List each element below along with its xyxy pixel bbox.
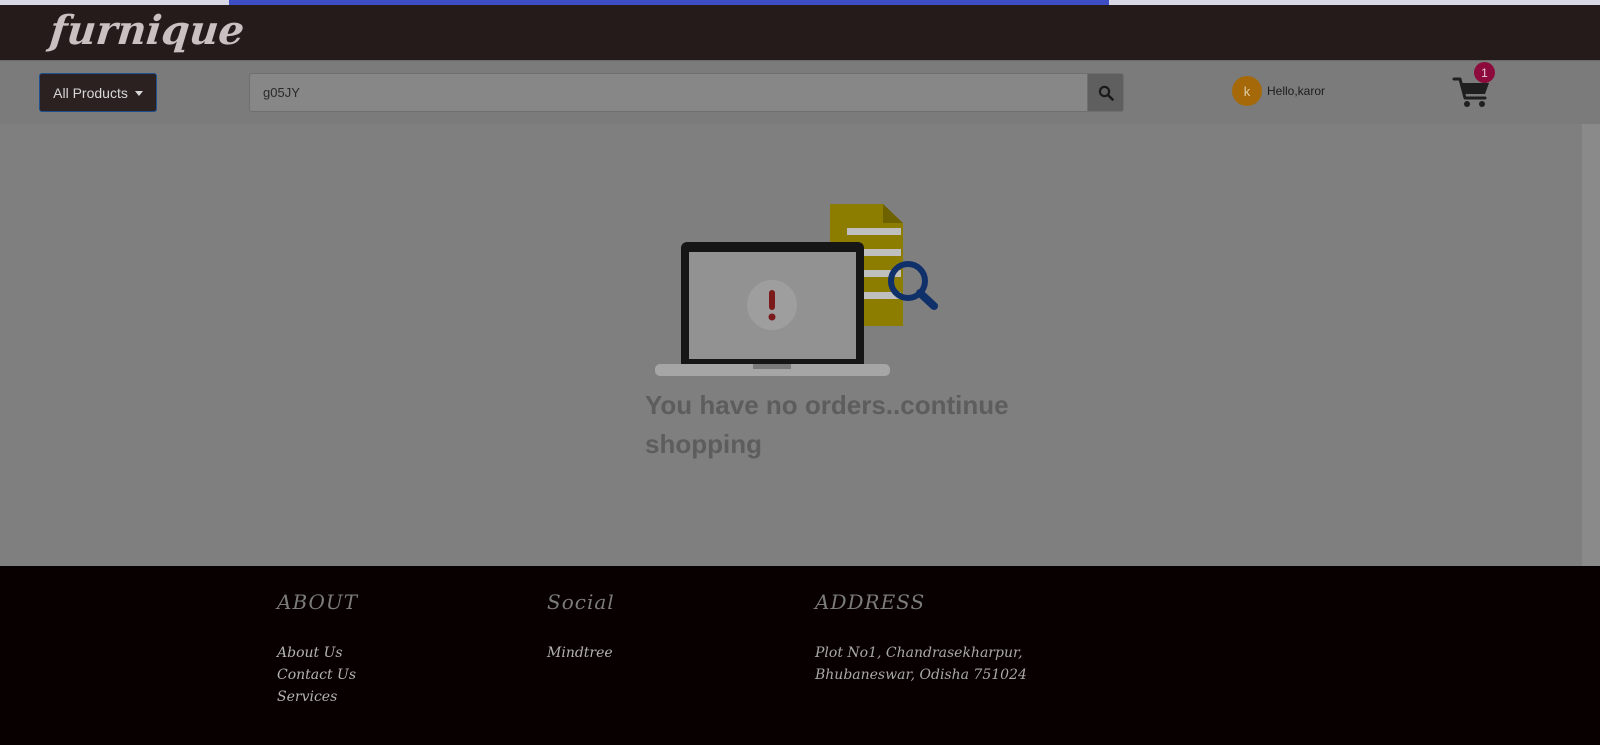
user-greeting: Hello,karor (1267, 84, 1326, 98)
footer-link-mindtree[interactable]: Mindtree (547, 642, 615, 664)
toolbar: All Products k Hello,karor (0, 60, 1600, 124)
user-menu[interactable]: k Hello,karor (1232, 76, 1325, 106)
footer-about-heading: ABOUT (277, 590, 359, 614)
orders-main: You have no orders..continue shopping (0, 124, 1582, 566)
footer: ABOUT About Us Contact Us Services Socia… (0, 566, 1600, 745)
navbar: furnique (0, 5, 1600, 60)
scrollbar-track[interactable] (1582, 124, 1600, 566)
footer-about-column: ABOUT About Us Contact Us Services (277, 590, 358, 708)
brand-logo[interactable]: furnique (48, 7, 247, 54)
all-products-label: All Products (53, 84, 128, 101)
cart-count-badge: 1 (1474, 62, 1495, 83)
search-input[interactable] (249, 73, 1087, 112)
footer-social-heading: Social (547, 590, 615, 614)
footer-link-about-us[interactable]: About Us (277, 642, 358, 664)
footer-address-heading: ADDRESS (815, 590, 926, 614)
all-products-dropdown[interactable]: All Products (39, 73, 157, 112)
footer-link-services[interactable]: Services (277, 686, 358, 708)
search-bar (249, 73, 1124, 112)
footer-social-column: Social Mindtree (547, 590, 615, 664)
caret-down-icon (134, 91, 143, 96)
footer-address-line1: Plot No1, Chandrasekharpur, (815, 645, 1023, 661)
empty-orders-message: You have no orders..continue shopping (645, 390, 1009, 459)
search-button[interactable] (1087, 73, 1124, 112)
footer-address-column: ADDRESS Plot No1, Chandrasekharpur, Bhub… (815, 590, 1055, 686)
footer-address-line2: Bhubaneswar, Odisha 751024 (815, 667, 1027, 683)
page: furnique All Products k Hello,karor (0, 0, 1600, 745)
no-orders-illustration (655, 204, 938, 376)
avatar: k (1232, 76, 1262, 106)
footer-link-contact-us[interactable]: Contact Us (277, 664, 358, 686)
search-icon (1098, 85, 1114, 101)
